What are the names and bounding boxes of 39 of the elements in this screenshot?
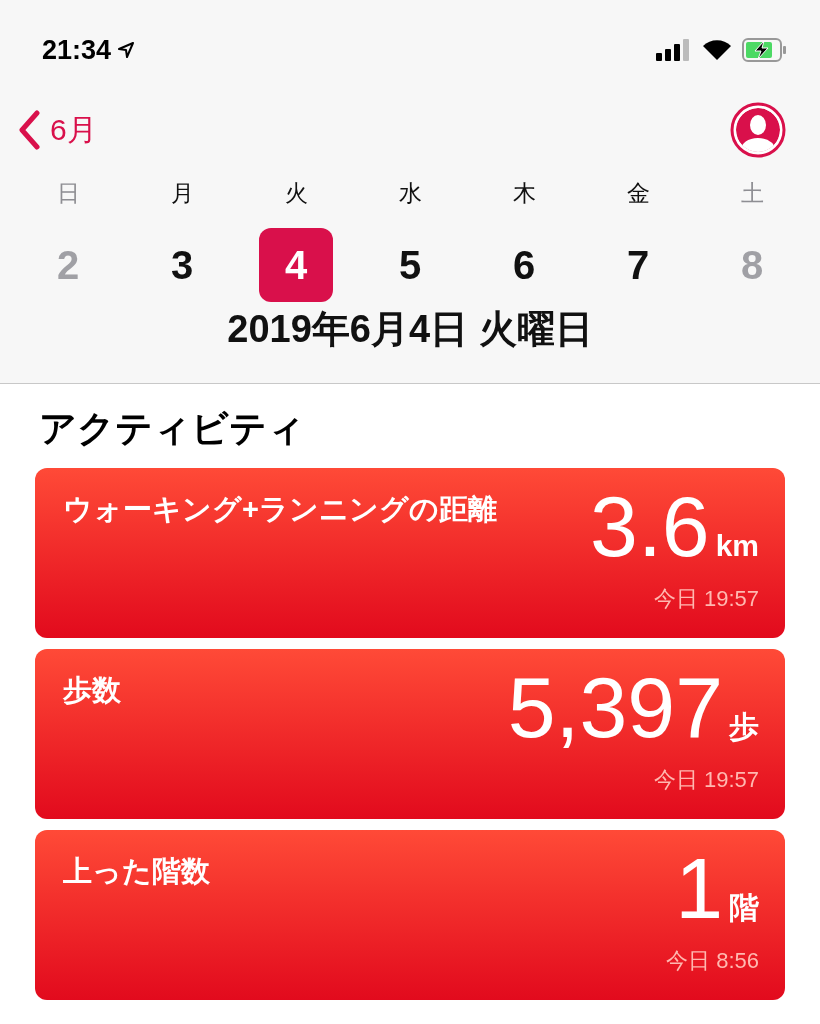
date-title: 2019年6月4日 火曜日 (226, 307, 594, 352)
weekday-label: 火 (283, 179, 309, 208)
day-button[interactable]: 8 (715, 228, 789, 302)
metric-time: 今日 19:57 (653, 766, 759, 794)
battery-charging-icon (742, 38, 788, 62)
day-button[interactable]: 2 (31, 228, 105, 302)
metric-card[interactable]: 歩数 5,397 歩 今日 19:57 (35, 649, 785, 819)
metric-unit: 歩 (729, 709, 759, 745)
signal-icon (656, 39, 692, 61)
metric-title: 歩数 (63, 673, 122, 708)
weekday-label: 土 (739, 179, 765, 208)
day-button[interactable]: 6 (487, 228, 561, 302)
back-button[interactable]: 6月 (18, 109, 97, 151)
status-time: 21:34 (42, 34, 112, 66)
metric-card[interactable]: 上った階数 1 階 今日 8:56 (35, 830, 785, 1000)
day-button[interactable]: 7 (601, 228, 675, 302)
day-button[interactable]: 5 (373, 228, 447, 302)
metric-card[interactable]: ウォーキング+ランニングの距離 3.6 km 今日 19:57 (35, 468, 785, 638)
section-title: アクティビティ (39, 407, 306, 451)
metric-unit: km (715, 529, 759, 563)
weekday-label: 金 (625, 179, 651, 208)
day-button[interactable]: 3 (145, 228, 219, 302)
location-arrow-icon (117, 41, 136, 59)
weekday-label: 月 (169, 179, 195, 208)
weekday-label: 木 (511, 179, 537, 208)
wifi-icon (702, 39, 732, 61)
chevron-left-icon (18, 110, 40, 150)
metric-title: ウォーキング+ランニングの距離 (63, 492, 498, 527)
day-button[interactable]: 4 (259, 228, 333, 302)
weekday-label: 水 (397, 179, 423, 208)
weekday-label: 日 (55, 179, 81, 208)
metric-value: 5,397 (507, 658, 723, 757)
metric-title: 上った階数 (63, 854, 211, 889)
metric-value: 3.6 (590, 477, 710, 576)
metric-unit: 階 (729, 890, 759, 926)
profile-icon[interactable] (730, 102, 786, 158)
metric-time: 今日 8:56 (666, 947, 759, 975)
metric-value: 1 (675, 839, 723, 938)
metric-time: 今日 19:57 (653, 585, 759, 613)
